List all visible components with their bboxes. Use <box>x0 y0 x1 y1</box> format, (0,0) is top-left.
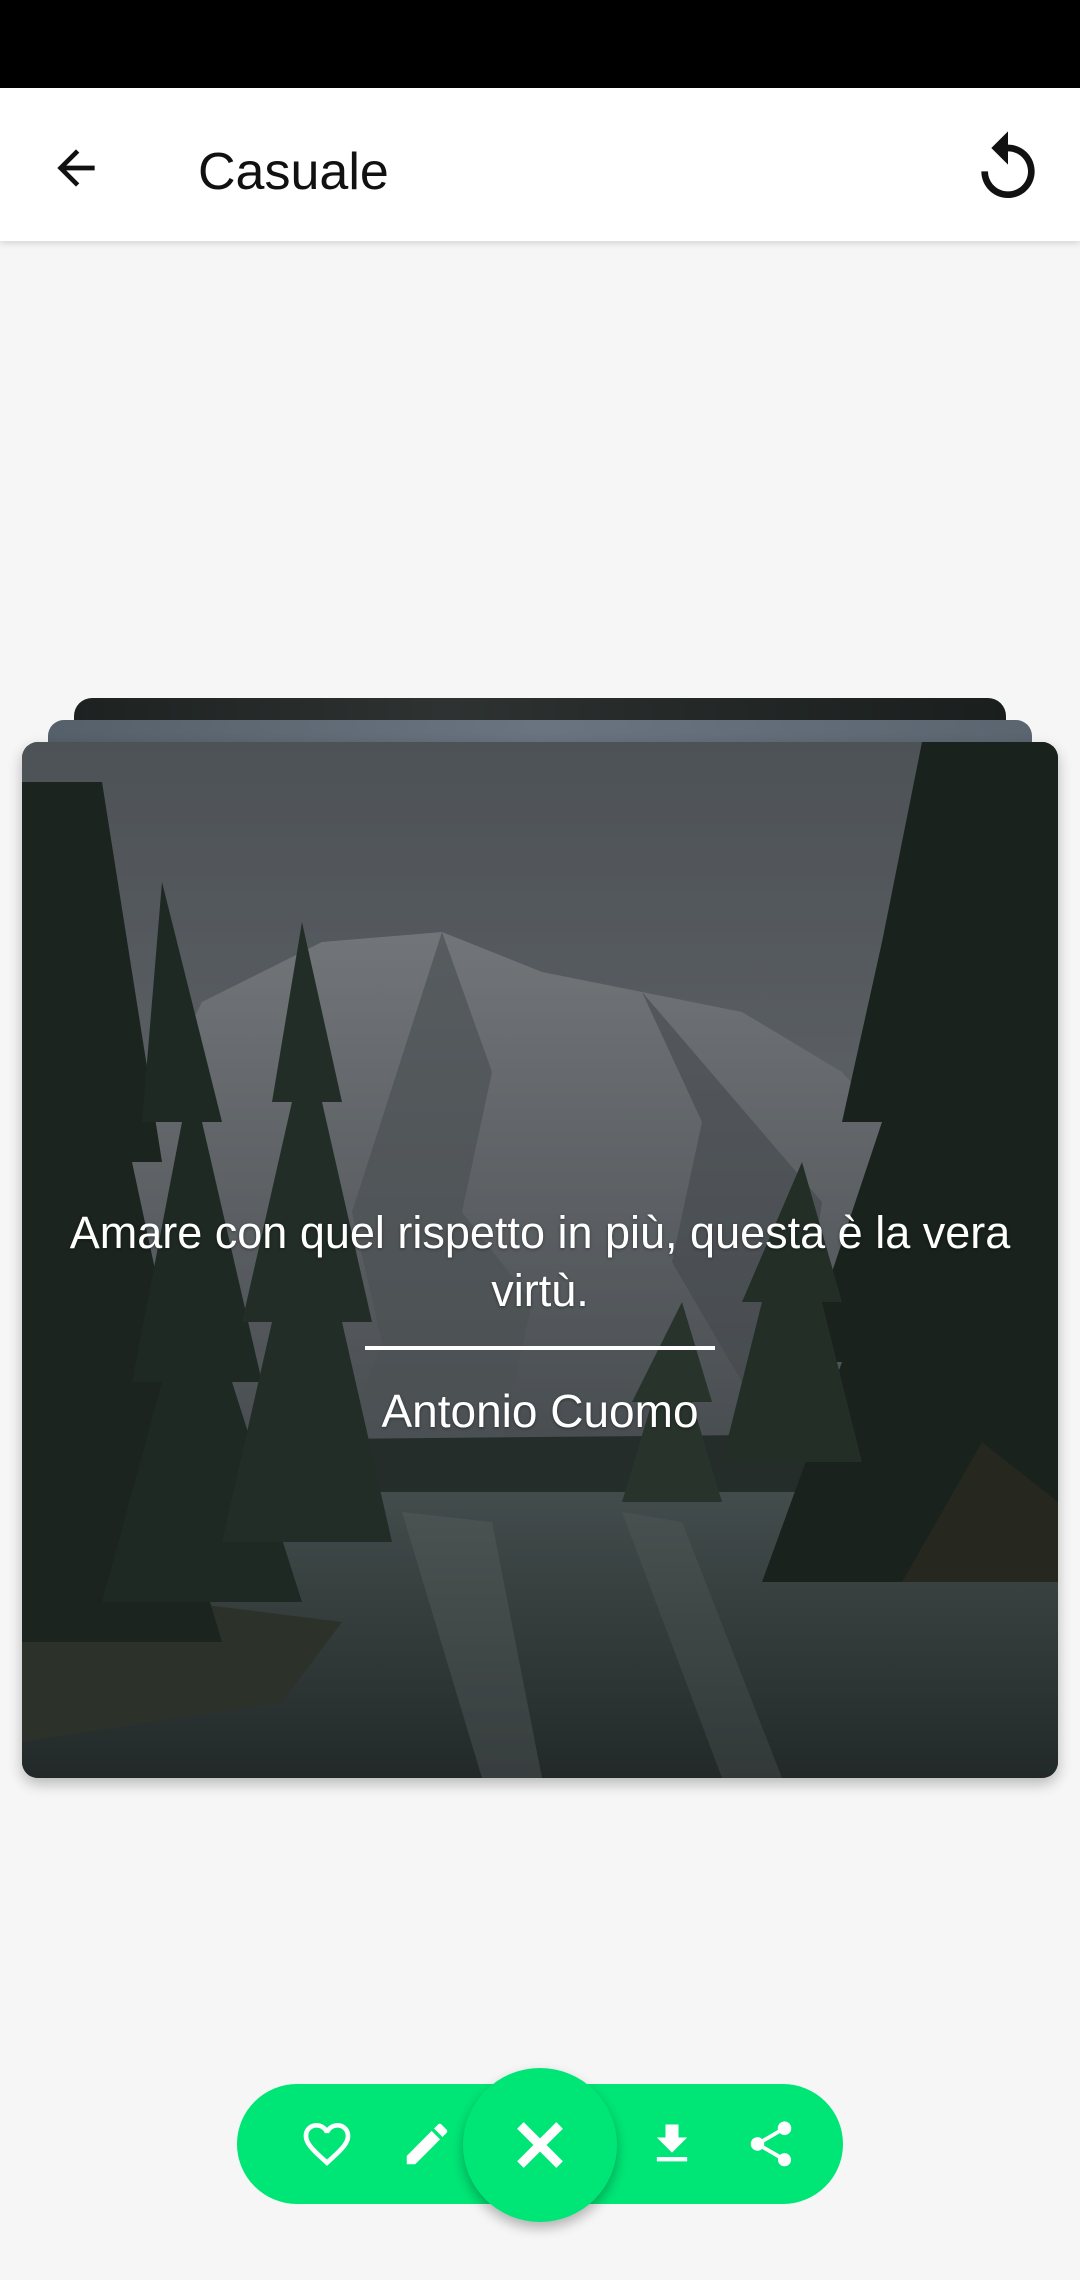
share-icon <box>750 2121 792 2167</box>
quote-card[interactable]: Amare con quel rispetto in più, questa è… <box>22 742 1058 1778</box>
app-bar: Casuale <box>0 88 1080 241</box>
refresh-icon <box>981 131 1035 198</box>
quote-card-stack: Amare con quel rispetto in più, questa è… <box>0 0 1080 2280</box>
edit-button[interactable] <box>387 2104 467 2184</box>
favorite-button[interactable] <box>287 2104 367 2184</box>
refresh-button[interactable] <box>964 124 1052 212</box>
close-icon <box>517 2122 563 2168</box>
edit-icon <box>406 2123 448 2165</box>
heart-icon <box>303 2123 351 2166</box>
download-button[interactable] <box>632 2104 712 2184</box>
download-icon <box>656 2124 688 2162</box>
quote-author: Antonio Cuomo <box>381 1385 699 1437</box>
share-button[interactable] <box>731 2104 811 2184</box>
page-title: Casuale <box>198 143 389 201</box>
back-button[interactable] <box>36 128 116 208</box>
close-button[interactable] <box>463 2068 617 2222</box>
arrow-back-icon <box>57 149 95 187</box>
quote-text: Amare con quel rispetto in più, questa è… <box>69 1207 1011 1316</box>
quote-divider <box>365 1346 715 1350</box>
